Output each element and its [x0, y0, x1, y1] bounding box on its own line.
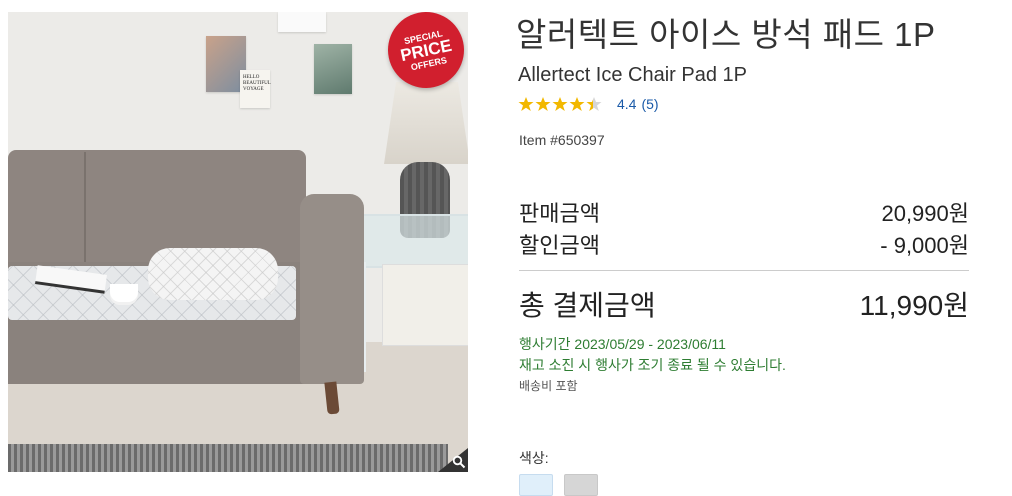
side-table [358, 214, 468, 268]
rug [8, 444, 448, 472]
star-icon [535, 97, 551, 111]
sale-price-row: 판매금액 20,990원 [519, 196, 969, 228]
poster [278, 12, 326, 32]
star-half-icon [586, 97, 602, 111]
rating-stars [518, 96, 603, 112]
rating: 4.4 (5) [518, 96, 664, 112]
poster [314, 44, 352, 94]
total-price-row: 총 결제금액 11,990원 [519, 284, 969, 324]
magnifier-icon[interactable] [452, 455, 466, 469]
product-title-ko: 알러텍트 아이스 방석 패드 1P [516, 16, 936, 53]
shipping-note: 배송비 포함 [519, 379, 578, 393]
promotion-info: 행사기간 2023/05/29 - 2023/06/11 재고 소진 시 행사가… [519, 334, 786, 376]
star-icon [569, 97, 585, 111]
color-swatch-gray[interactable] [564, 474, 598, 496]
sofa-seam [84, 152, 86, 270]
color-swatch-light-blue[interactable] [519, 474, 553, 496]
sale-price-value: 20,990원 [881, 201, 969, 226]
storage-box [382, 264, 468, 346]
discount-row: 할인금액 - 9,000원 [519, 228, 969, 260]
promotion-period: 행사기간 2023/05/29 - 2023/06/11 [519, 336, 726, 352]
poster-text-card: HELLO BEAUTIFUL VOYAGE [240, 70, 271, 108]
product-image[interactable]: HELLO BEAUTIFUL VOYAGE SPECIAL PRICE OFF… [8, 12, 468, 472]
promotion-notice: 재고 소진 시 행사가 조기 종료 될 수 있습니다. [519, 357, 786, 373]
sale-price-label: 판매금액 [519, 201, 600, 226]
product-title-en: Allertect Ice Chair Pad 1P [518, 64, 747, 86]
total-price-value: 11,990원 [859, 290, 969, 321]
rating-value: 4.4 [617, 96, 637, 112]
discount-label: 할인금액 [519, 233, 600, 258]
cup [110, 284, 138, 302]
total-price-label: 총 결제금액 [519, 290, 656, 321]
discount-value: - 9,000원 [880, 233, 969, 258]
item-number: Item #650397 [519, 132, 605, 148]
color-option-label: 색상: [519, 450, 549, 466]
star-icon [552, 97, 568, 111]
lamp-shade [384, 82, 468, 164]
review-count: (5) [641, 96, 659, 112]
reviews-link[interactable]: 4.4 (5) [617, 96, 664, 112]
star-icon [518, 97, 534, 111]
pillow [148, 248, 278, 300]
sofa-arm [300, 194, 364, 384]
price-divider [519, 270, 969, 271]
